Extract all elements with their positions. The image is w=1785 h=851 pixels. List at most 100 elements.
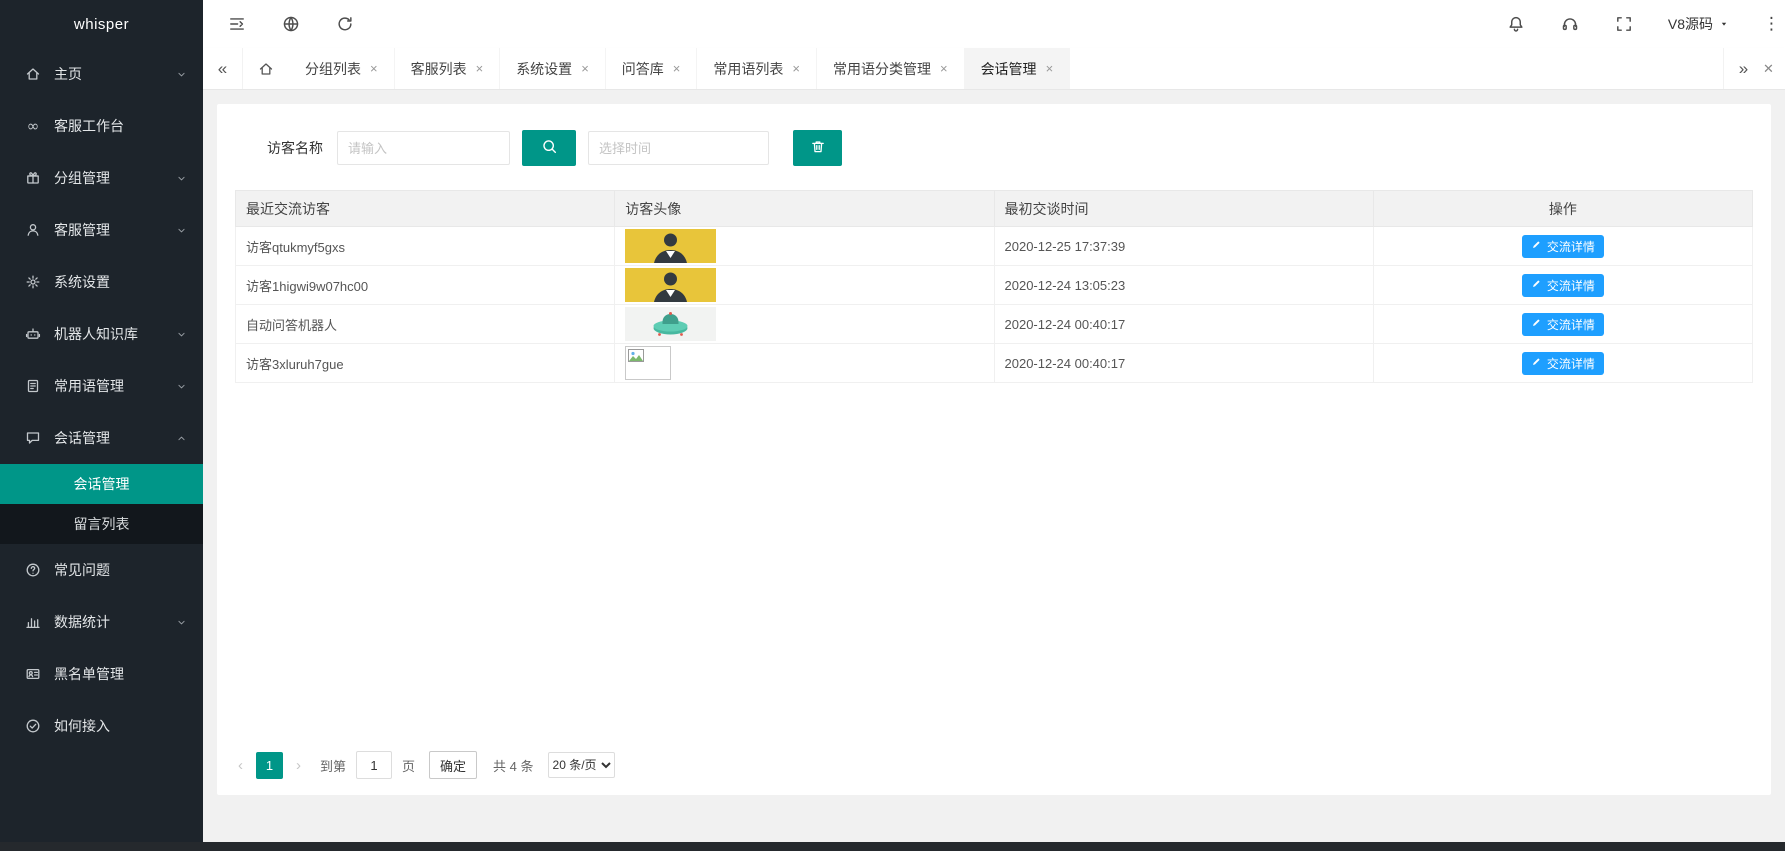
sidebar-item-agent-management[interactable]: 客服管理 [0,204,203,256]
sidebar-item-how-to-access[interactable]: 如何接入 [0,700,203,752]
tab-item[interactable]: 会话管理× [965,48,1071,89]
sidebar-item-group-management[interactable]: 分组管理 [0,152,203,204]
topbar-right-icons: V8源码 ⋮ [1506,14,1773,34]
sidebar-item-label: 数据统计 [54,612,176,632]
chevron-down-icon [176,381,187,392]
pencil-icon [1531,317,1542,331]
sidebar-subitem[interactable]: 留言列表 [0,504,203,544]
chat-detail-button[interactable]: 交流详情 [1522,352,1604,375]
chat-detail-label: 交流详情 [1547,238,1595,255]
fullscreen-icon[interactable] [1614,14,1634,34]
tab-label: 客服列表 [411,59,467,79]
sidebar-item-home[interactable]: 主页 [0,48,203,100]
tab-item[interactable]: 客服列表 × [395,48,501,89]
sidebar-item-session-management[interactable]: 会话管理 [0,412,203,464]
chevron-down-icon [176,329,187,340]
app-logo: whisper [0,0,203,48]
delete-button[interactable] [793,130,842,166]
page-size-select[interactable]: 20 条/页 [548,752,615,778]
visitor-avatar [625,307,716,341]
scroll-tabs-right-icon[interactable]: » [1723,48,1763,89]
topbar: V8源码 ⋮ [203,0,1785,48]
close-icon[interactable]: × [1046,62,1054,75]
column-header: 访客头像 [615,191,994,227]
home-tab[interactable] [243,48,289,89]
column-header: 操作 [1373,191,1752,227]
sidebar-item-blacklist-management[interactable]: 黑名单管理 [0,648,203,700]
visitor-name-cell: 访客3xluruh7gue [236,344,615,383]
pencil-icon [1531,239,1542,253]
table-row: 访客qtukmyf5gxs2020-12-25 17:37:39交流详情 [236,227,1753,266]
table-row: 访客1higwi9w07hc002020-12-24 13:05:23交流详情 [236,266,1753,305]
first-chat-time-cell: 2020-12-25 17:37:39 [994,227,1373,266]
notifications-icon[interactable] [1506,14,1526,34]
phrase-management-icon [24,377,42,395]
close-icon[interactable]: × [673,62,681,75]
tab-label: 常用语列表 [713,59,783,79]
confirm-button[interactable]: 确定 [429,751,477,779]
open-tabs: 分组列表×客服列表×系统设置×问答库×常用语列表×常用语分类管理×会话管理× [289,48,1070,89]
visitor-name-cell: 访客1higwi9w07hc00 [236,266,615,305]
session-management-icon [24,429,42,447]
close-icon[interactable]: × [940,62,948,75]
table-wrap: 最近交流访客访客头像最初交谈时间操作 访客qtukmyf5gxs2020-12-… [235,190,1753,383]
current-page[interactable]: 1 [256,752,283,779]
sidebar-item-label: 系统设置 [54,272,187,292]
tab-item[interactable]: 系统设置× [500,48,606,89]
table-row: 自动问答机器人2020-12-24 00:40:17交流详情 [236,305,1753,344]
visitor-name-cell: 自动问答机器人 [236,305,615,344]
visitor-name-input[interactable] [337,131,510,165]
agent-workbench-icon: ∞ [24,117,42,135]
page-unit-label: 页 [402,756,415,775]
visitor-avatar [625,268,716,302]
tab-item[interactable]: 问答库× [606,48,698,89]
sidebar-item-data-statistics[interactable]: 数据统计 [0,596,203,648]
bottom-bar [0,842,1785,851]
scroll-tabs-left-icon[interactable]: « [203,48,243,89]
search-button[interactable] [522,130,576,166]
close-icon[interactable]: × [792,62,800,75]
chat-detail-button[interactable]: 交流详情 [1522,235,1604,258]
avatar-cell [615,305,994,344]
chevron-down-icon [176,617,187,628]
tab-label: 常用语分类管理 [833,59,931,79]
tab-item[interactable]: 常用语列表 × [697,48,817,89]
tab-item[interactable]: 分组列表× [289,48,395,89]
sidebar-subitem[interactable]: 会话管理 [0,464,203,504]
chat-detail-button[interactable]: 交流详情 [1522,313,1604,336]
globe-icon[interactable] [281,14,301,34]
time-picker-input[interactable] [588,131,769,165]
avatar-cell [615,266,994,305]
action-cell: 交流详情 [1373,227,1752,266]
prev-page-icon[interactable]: ‹ [235,757,246,774]
source-dropdown[interactable]: V8源码 [1668,14,1729,34]
close-icon[interactable]: × [581,62,589,75]
action-cell: 交流详情 [1373,305,1752,344]
next-page-icon[interactable]: › [293,757,304,774]
chat-detail-button[interactable]: 交流详情 [1522,274,1604,297]
topbar-left-icons [227,14,355,34]
close-icon[interactable]: × [370,62,378,75]
column-header: 最初交谈时间 [994,191,1373,227]
close-icon[interactable]: × [476,62,484,75]
sidebar-item-phrase-management[interactable]: 常用语管理 [0,360,203,412]
collapse-menu-icon[interactable] [227,14,247,34]
refresh-icon[interactable] [335,14,355,34]
sidebar-item-system-settings[interactable]: 系统设置 [0,256,203,308]
sidebar-item-robot-knowledge-base[interactable]: 机器人知识库 [0,308,203,360]
more-menu-icon[interactable]: ⋮ [1763,14,1773,34]
page-content: 访客名称 最近交流访客访客头像最初交谈时间操作 访客qtukmyf5gxs202… [203,90,1785,842]
main-area: V8源码 ⋮ « 分组列表×客服列表×系统设置×问答库×常用语列表×常用语分类管… [203,0,1785,842]
goto-page-input[interactable] [356,751,392,779]
sidebar-item-agent-workbench[interactable]: ∞客服工作台 [0,100,203,152]
tab-item[interactable]: 常用语分类管理 × [817,48,965,89]
close-icon[interactable]: ✕ [1763,48,1785,89]
pencil-icon [1531,278,1542,292]
sidebar-item-label: 机器人知识库 [54,324,176,344]
table-body: 访客qtukmyf5gxs2020-12-25 17:37:39交流详情访客1h… [236,227,1753,383]
chat-detail-label: 交流详情 [1547,355,1595,372]
app-window: whisper 主页∞客服工作台分组管理客服管理系统设置机器人知识库常用语管理会… [0,0,1785,851]
visitor-avatar [625,346,671,380]
sidebar-item-faq[interactable]: 常见问题 [0,544,203,596]
headset-icon[interactable] [1560,14,1580,34]
